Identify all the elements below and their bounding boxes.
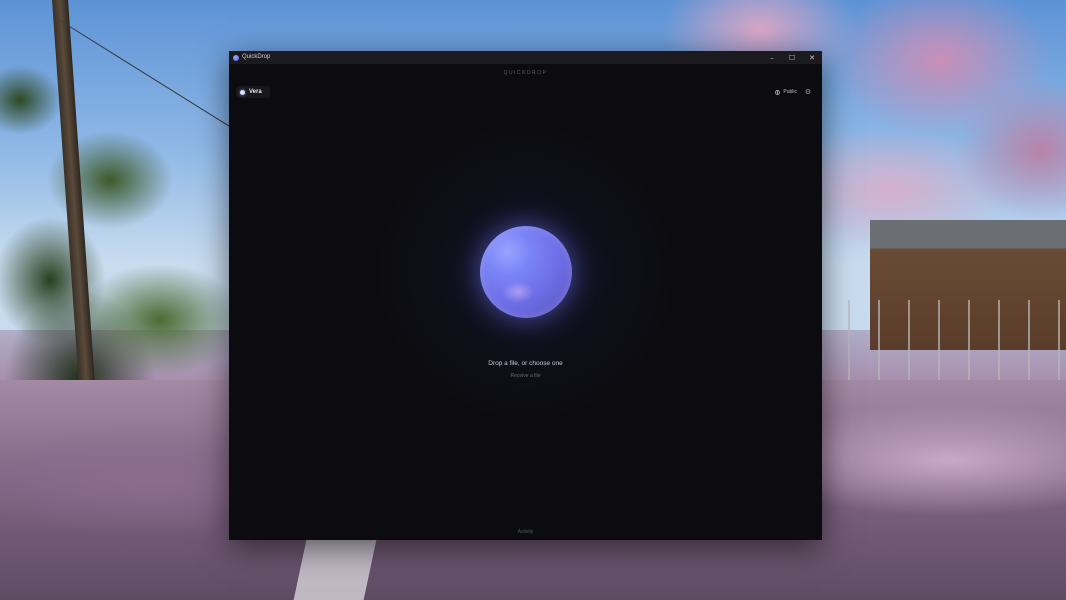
window-controls: – ☐ ✕: [762, 51, 822, 64]
gear-icon: ⚙: [804, 88, 812, 96]
wallpaper-road-marking: [293, 540, 377, 600]
activity-tab[interactable]: Activity: [229, 529, 822, 535]
globe-icon: [775, 89, 781, 95]
drop-prompt[interactable]: Drop a file, or choose one: [229, 360, 822, 367]
wallpaper-fence: [820, 300, 1066, 380]
settings-button[interactable]: ⚙: [802, 86, 814, 98]
wallpaper-trees: [0, 20, 260, 440]
orb-highlight: [502, 281, 534, 303]
window-title: QuickDrop: [242, 54, 271, 60]
drop-zone-orb[interactable]: [480, 226, 572, 318]
user-name: Vera: [249, 89, 262, 95]
title-bar[interactable]: QuickDrop – ☐ ✕: [229, 51, 822, 64]
quickdrop-window: QuickDrop – ☐ ✕ QUICKDROP Vera Public ⚙ …: [229, 51, 822, 540]
visibility-label: Public: [783, 89, 797, 95]
maximize-button[interactable]: ☐: [782, 51, 802, 64]
receive-file-link[interactable]: Receive a file: [229, 373, 822, 379]
user-status-dot: [240, 89, 245, 95]
close-button[interactable]: ✕: [802, 51, 822, 64]
minimize-button[interactable]: –: [762, 51, 782, 64]
brand-label: QUICKDROP: [503, 70, 548, 76]
app-icon: [233, 54, 239, 61]
visibility-toggle[interactable]: Public: [772, 86, 800, 98]
main-content: QUICKDROP Vera Public ⚙ Drop a file, or …: [229, 64, 822, 540]
user-chip[interactable]: Vera: [236, 86, 270, 98]
